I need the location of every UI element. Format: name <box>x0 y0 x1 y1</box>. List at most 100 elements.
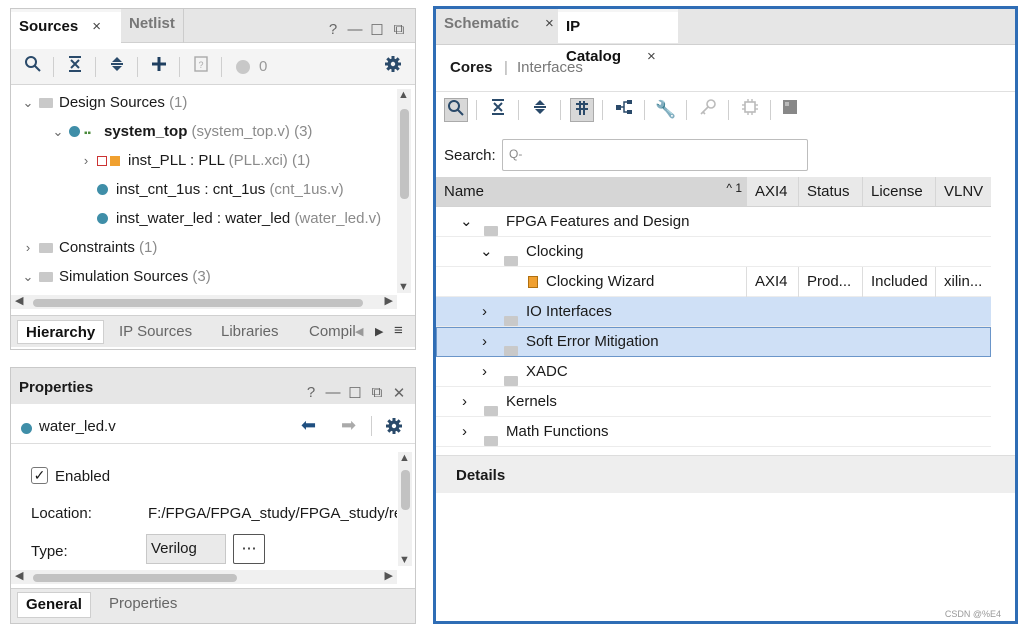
tab-general[interactable]: General <box>17 592 91 618</box>
collapse-all-icon[interactable] <box>486 98 510 122</box>
back-arrow-icon[interactable]: ⬅ <box>301 415 316 436</box>
tree-node-inst-pll[interactable]: › inst_PLL : PLL (PLL.xci) (1) <box>79 146 310 175</box>
verilog-module-icon <box>69 126 80 137</box>
scroll-down-icon[interactable]: ▼ <box>398 281 409 293</box>
search-icon[interactable] <box>21 55 45 79</box>
table-row[interactable]: ⌄ FPGA Features and Design <box>436 207 991 237</box>
sources-vertical-scrollbar[interactable]: ▲ ▼ <box>397 89 411 293</box>
chevron-down-icon[interactable]: ⌄ <box>51 117 65 146</box>
table-row[interactable]: › Math Functions <box>436 417 991 447</box>
float-icon[interactable]: ⧉ <box>391 21 407 38</box>
minimize-icon[interactable]: — <box>325 384 341 401</box>
maximize-icon[interactable]: ☐ <box>369 21 385 39</box>
gear-icon[interactable] <box>385 417 403 439</box>
chevron-down-icon[interactable]: ⌄ <box>21 88 35 117</box>
scroll-right-icon[interactable]: ▶ <box>385 569 393 582</box>
tree-node-design-sources[interactable]: ⌄ Design Sources (1) <box>21 88 188 117</box>
chevron-right-icon[interactable]: › <box>482 357 487 387</box>
float-icon[interactable]: ⧉ <box>369 384 385 401</box>
chevron-right-icon[interactable]: › <box>482 327 487 357</box>
table-row[interactable]: › IO Interfaces <box>436 297 991 327</box>
subtab-cores[interactable]: Cores <box>450 59 493 76</box>
tab-properties[interactable]: Properties <box>101 592 185 616</box>
toolbar-divider <box>560 100 561 120</box>
scrollbar-thumb[interactable] <box>33 574 237 582</box>
chevron-right-icon[interactable]: › <box>21 233 35 262</box>
maximize-icon[interactable]: ☐ <box>347 384 363 402</box>
scroll-right-icon[interactable]: ▶ <box>385 294 393 307</box>
expand-all-icon[interactable] <box>105 55 129 79</box>
tree-node-simulation-sources[interactable]: ⌄ Simulation Sources (3) <box>21 262 211 291</box>
scroll-up-icon[interactable]: ▲ <box>398 89 409 101</box>
chevron-right-icon[interactable]: › <box>462 417 467 447</box>
tree-node-inst-cnt-1us[interactable]: inst_cnt_1us : cnt_1us (cnt_1us.v) <box>97 175 344 204</box>
tab-netlist[interactable]: Netlist <box>121 9 184 43</box>
column-vlnv[interactable]: VLNV <box>935 177 991 206</box>
chip-icon[interactable] <box>738 98 762 122</box>
forward-arrow-icon[interactable]: ➡ <box>341 415 356 436</box>
properties-horizontal-scrollbar[interactable]: ◀ ▶ <box>11 570 397 584</box>
tab-scroll-right-icon[interactable]: ▶ <box>375 325 383 338</box>
tree-node-inst-water-led[interactable]: inst_water_led : water_led (water_led.v) <box>97 204 381 233</box>
table-row[interactable]: › Soft Error Mitigation <box>436 327 991 357</box>
enabled-checkbox[interactable]: ✓ <box>31 467 48 484</box>
properties-vertical-scrollbar[interactable]: ▲ ▼ <box>398 452 412 566</box>
table-row[interactable]: ⌄ Clocking <box>436 237 991 267</box>
scroll-down-icon[interactable]: ▼ <box>399 554 410 566</box>
column-axi4[interactable]: AXI4 <box>746 177 798 206</box>
tab-menu-icon[interactable]: ≡ <box>394 322 403 339</box>
close-icon[interactable]: ✕ <box>391 384 407 402</box>
scroll-left-icon[interactable]: ◀ <box>15 569 23 582</box>
subtab-interfaces[interactable]: Interfaces <box>517 59 583 76</box>
tab-compile-order[interactable]: Compil <box>301 320 361 344</box>
scroll-up-icon[interactable]: ▲ <box>399 452 410 464</box>
expand-all-icon[interactable] <box>528 98 552 122</box>
minimize-icon[interactable]: — <box>347 21 363 38</box>
sources-horizontal-scrollbar[interactable]: ◀ ▶ <box>11 295 397 309</box>
block-icon[interactable] <box>778 98 802 122</box>
chevron-right-icon[interactable]: › <box>462 387 467 417</box>
more-options-button[interactable]: ⋯ <box>233 534 265 564</box>
tab-schematic[interactable]: Schematic × <box>436 9 556 43</box>
table-row[interactable]: › Kernels <box>436 387 991 417</box>
table-row[interactable]: Clocking Wizard AXI4 Prod... Included xi… <box>436 267 991 297</box>
close-icon[interactable]: × <box>92 18 101 35</box>
search-input[interactable]: Q- <box>502 139 808 171</box>
key-icon[interactable] <box>696 98 720 122</box>
scrollbar-thumb[interactable] <box>401 470 410 510</box>
tab-libraries[interactable]: Libraries <box>213 320 287 344</box>
add-icon[interactable] <box>147 55 171 79</box>
search-icon[interactable] <box>444 98 468 122</box>
column-license[interactable]: License <box>862 177 935 206</box>
help-icon[interactable]: ? <box>325 21 341 38</box>
scrollbar-thumb[interactable] <box>400 109 409 199</box>
group-by-icon[interactable] <box>570 98 594 122</box>
tab-ip-catalog[interactable]: IP Catalog × <box>558 9 678 65</box>
tab-scroll-left-icon[interactable]: ◀ <box>355 325 363 338</box>
column-name[interactable]: Name ^ 1 <box>436 177 746 206</box>
scrollbar-thumb[interactable] <box>33 299 363 307</box>
hierarchy-tree-icon[interactable] <box>612 98 636 122</box>
tab-sources[interactable]: Sources × <box>11 9 121 43</box>
tree-node-constraints[interactable]: › Constraints (1) <box>21 233 158 262</box>
tree-node-system-top[interactable]: ⌄ ▪▪ system_top (system_top.v) (3) <box>51 117 313 146</box>
chevron-right-icon[interactable]: › <box>482 297 487 327</box>
scroll-left-icon[interactable]: ◀ <box>15 294 23 307</box>
tab-hierarchy[interactable]: Hierarchy <box>17 320 105 344</box>
chevron-down-icon[interactable]: ⌄ <box>480 237 493 267</box>
chevron-down-icon[interactable]: ⌄ <box>21 262 35 291</box>
gear-icon[interactable] <box>381 55 405 79</box>
chevron-right-icon[interactable]: › <box>79 146 93 175</box>
row-name: XADC <box>526 363 568 380</box>
type-select[interactable]: Verilog <box>146 534 226 564</box>
tab-ip-sources[interactable]: IP Sources <box>111 320 200 344</box>
collapse-all-icon[interactable] <box>63 55 87 79</box>
help-icon[interactable]: ? <box>303 384 319 401</box>
table-row[interactable]: › XADC <box>436 357 991 387</box>
close-icon[interactable]: × <box>545 15 554 32</box>
unknown-file-icon[interactable]: ? <box>189 55 213 79</box>
wrench-icon[interactable]: 🔧 <box>654 98 678 122</box>
chevron-down-icon[interactable]: ⌄ <box>460 207 473 237</box>
hierarchy-icon: ▪▪ <box>84 128 92 139</box>
column-status[interactable]: Status <box>798 177 862 206</box>
